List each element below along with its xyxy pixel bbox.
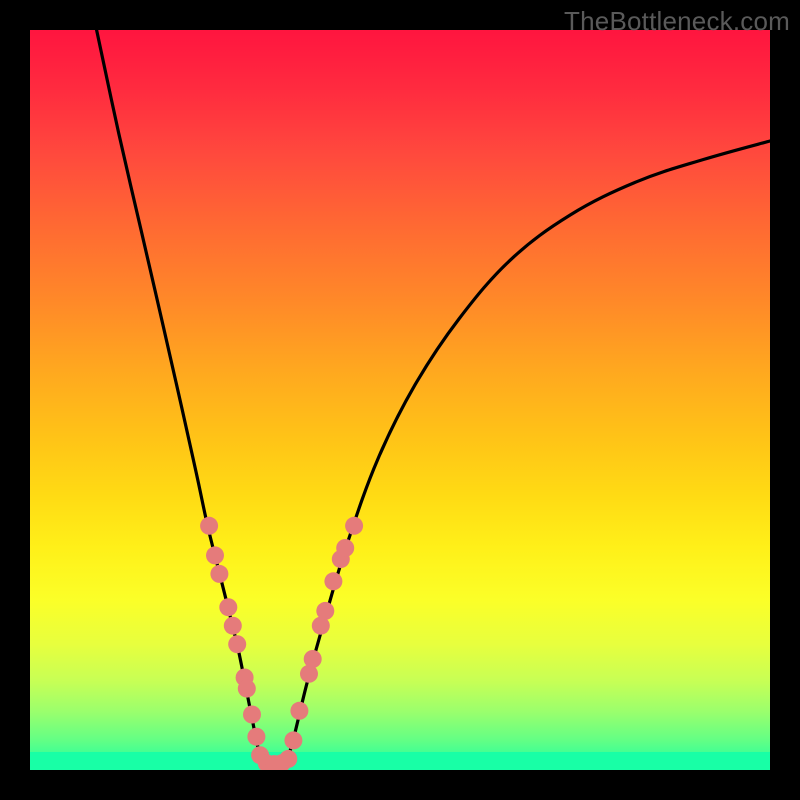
marker-dot — [247, 728, 265, 746]
chart-svg — [30, 30, 770, 770]
marker-dot — [316, 602, 334, 620]
marker-group — [200, 517, 363, 770]
marker-dot — [336, 539, 354, 557]
marker-dot — [224, 617, 242, 635]
marker-dot — [279, 750, 297, 768]
marker-dot — [219, 598, 237, 616]
marker-dot — [304, 650, 322, 668]
marker-dot — [206, 546, 224, 564]
marker-dot — [228, 635, 246, 653]
marker-dot — [284, 731, 302, 749]
watermark-text: TheBottleneck.com — [564, 6, 790, 37]
marker-dot — [345, 517, 363, 535]
plot-outer — [30, 30, 770, 770]
curve-right — [287, 141, 770, 763]
marker-dot — [200, 517, 218, 535]
marker-dot — [290, 702, 308, 720]
marker-dot — [210, 565, 228, 583]
marker-dot — [238, 680, 256, 698]
marker-dot — [324, 572, 342, 590]
marker-dot — [243, 706, 261, 724]
chart-frame: TheBottleneck.com — [0, 0, 800, 800]
